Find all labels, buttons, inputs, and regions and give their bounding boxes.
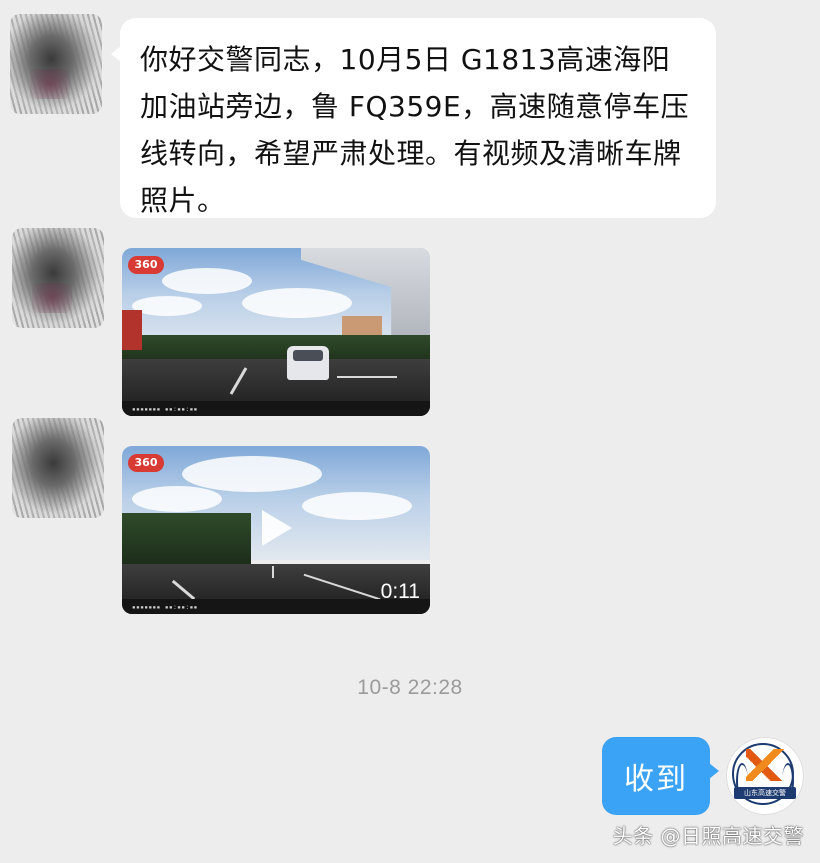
watermark: 头条 @日照高速交警	[612, 824, 804, 848]
sender-avatar[interactable]	[10, 14, 102, 114]
traffic-police-logo-avatar[interactable]: 山东高速交警	[726, 737, 804, 815]
play-icon[interactable]	[262, 510, 292, 546]
message-timestamp: 10-8 22:28	[357, 676, 463, 699]
sender-avatar[interactable]	[12, 418, 104, 518]
video-duration: 0:11	[380, 580, 420, 603]
logo-caption: 山东高速交警	[734, 787, 796, 799]
incoming-message-bubble[interactable]: 你好交警同志，10月5日 G1813高速海阳加油站旁边，鲁 FQ359E，高速随…	[111, 18, 716, 218]
outgoing-message-bubble[interactable]: 收到	[602, 737, 719, 815]
photo-message[interactable]: 360 ▪▪▪▪▪▪▪ ▪▪:▪▪:▪▪	[122, 248, 430, 416]
outgoing-message-text: 收到	[624, 762, 688, 797]
360-badge: 360	[128, 256, 164, 274]
emblem-mark	[746, 749, 784, 781]
incoming-message-text: 你好交警同志，10月5日 G1813高速海阳加油站旁边，鲁 FQ359E，高速随…	[140, 43, 690, 217]
white-suv	[287, 346, 329, 380]
sender-avatar[interactable]	[12, 228, 104, 328]
360-badge: 360	[128, 454, 164, 472]
video-message[interactable]: 360 0:11 ▪▪▪▪▪▪▪ ▪▪:▪▪:▪▪	[122, 446, 430, 614]
